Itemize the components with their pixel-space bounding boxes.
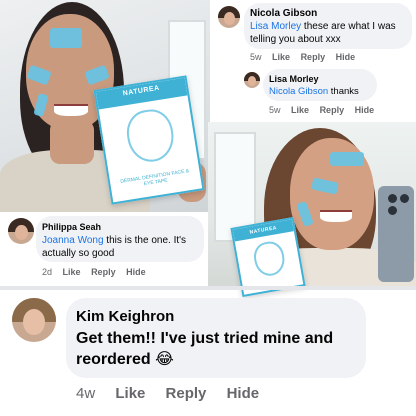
hide-button[interactable]: Hide: [227, 385, 260, 402]
reply-button[interactable]: Reply: [91, 267, 116, 277]
avatar-face: [248, 76, 256, 86]
reply-button[interactable]: Reply: [320, 105, 345, 115]
comment-actions: 5w Like Reply Hide: [250, 52, 363, 62]
phone-lens: [388, 194, 397, 203]
avatar-kim[interactable]: [12, 298, 56, 342]
avatar-face: [223, 11, 235, 25]
product-box: NATUREA DERMAL DEFINITION FACE & EYE TAP…: [93, 75, 205, 205]
hide-button[interactable]: Hide: [126, 267, 146, 277]
mention-link[interactable]: Joanna Wong: [42, 235, 104, 246]
phone-lens: [400, 194, 409, 203]
divider: [0, 286, 416, 290]
comment-text: Nicola Gibson thanks: [269, 86, 359, 98]
comment-time: 4w: [76, 385, 96, 402]
comment-body: thanks: [328, 86, 359, 97]
photo-selfie-mirror[interactable]: NATUREA DERMAL DEFINITION FACE & EYE TAP…: [0, 0, 210, 212]
avatar-face: [23, 309, 45, 336]
comment-actions: 5w Like Reply Hide: [269, 105, 382, 115]
comment-text: Joanna Wong this is the one. It's actual…: [42, 234, 202, 260]
avatar-nicola[interactable]: [218, 6, 240, 28]
mention-link[interactable]: Lisa Morley: [250, 21, 301, 32]
reply-button[interactable]: Reply: [166, 385, 207, 402]
comment-time: 2d: [42, 267, 53, 277]
comment-actions: 4w Like Reply Hide: [76, 385, 275, 402]
like-button[interactable]: Like: [272, 52, 290, 62]
avatar-philippa[interactable]: [8, 218, 34, 244]
like-button[interactable]: Like: [291, 105, 309, 115]
hide-button[interactable]: Hide: [355, 105, 375, 115]
hide-button[interactable]: Hide: [336, 52, 356, 62]
avatar-lisa[interactable]: [244, 72, 260, 88]
comment-author[interactable]: Philippa Seah: [42, 222, 101, 232]
comment-text: Lisa Morley these are what I was telling…: [250, 20, 412, 46]
phone-lens: [388, 206, 397, 215]
like-button[interactable]: Like: [63, 267, 81, 277]
forehead-tape: [330, 152, 364, 166]
box-face-illustration: [123, 106, 178, 166]
box-product-text: DERMAL DEFINITION FACE & EYE TAPE: [119, 168, 190, 188]
avatar-face: [14, 224, 28, 241]
box-face-illustration: [251, 239, 288, 279]
like-button[interactable]: Like: [115, 385, 145, 402]
comment-time: 5w: [250, 52, 262, 62]
comment-author[interactable]: Kim Keighron: [76, 308, 174, 325]
forehead-tape: [50, 28, 82, 48]
comment-text: Get them!! I've just tried mine and reor…: [76, 330, 334, 368]
smile: [54, 104, 88, 116]
comment-actions: 2d Like Reply Hide: [42, 267, 154, 277]
smile: [320, 210, 352, 222]
comment-time: 5w: [269, 105, 281, 115]
reply-button[interactable]: Reply: [301, 52, 326, 62]
comment-author[interactable]: Nicola Gibson: [250, 8, 317, 19]
comment-author[interactable]: Lisa Morley: [269, 74, 319, 84]
mention-link[interactable]: Nicola Gibson: [269, 86, 328, 97]
